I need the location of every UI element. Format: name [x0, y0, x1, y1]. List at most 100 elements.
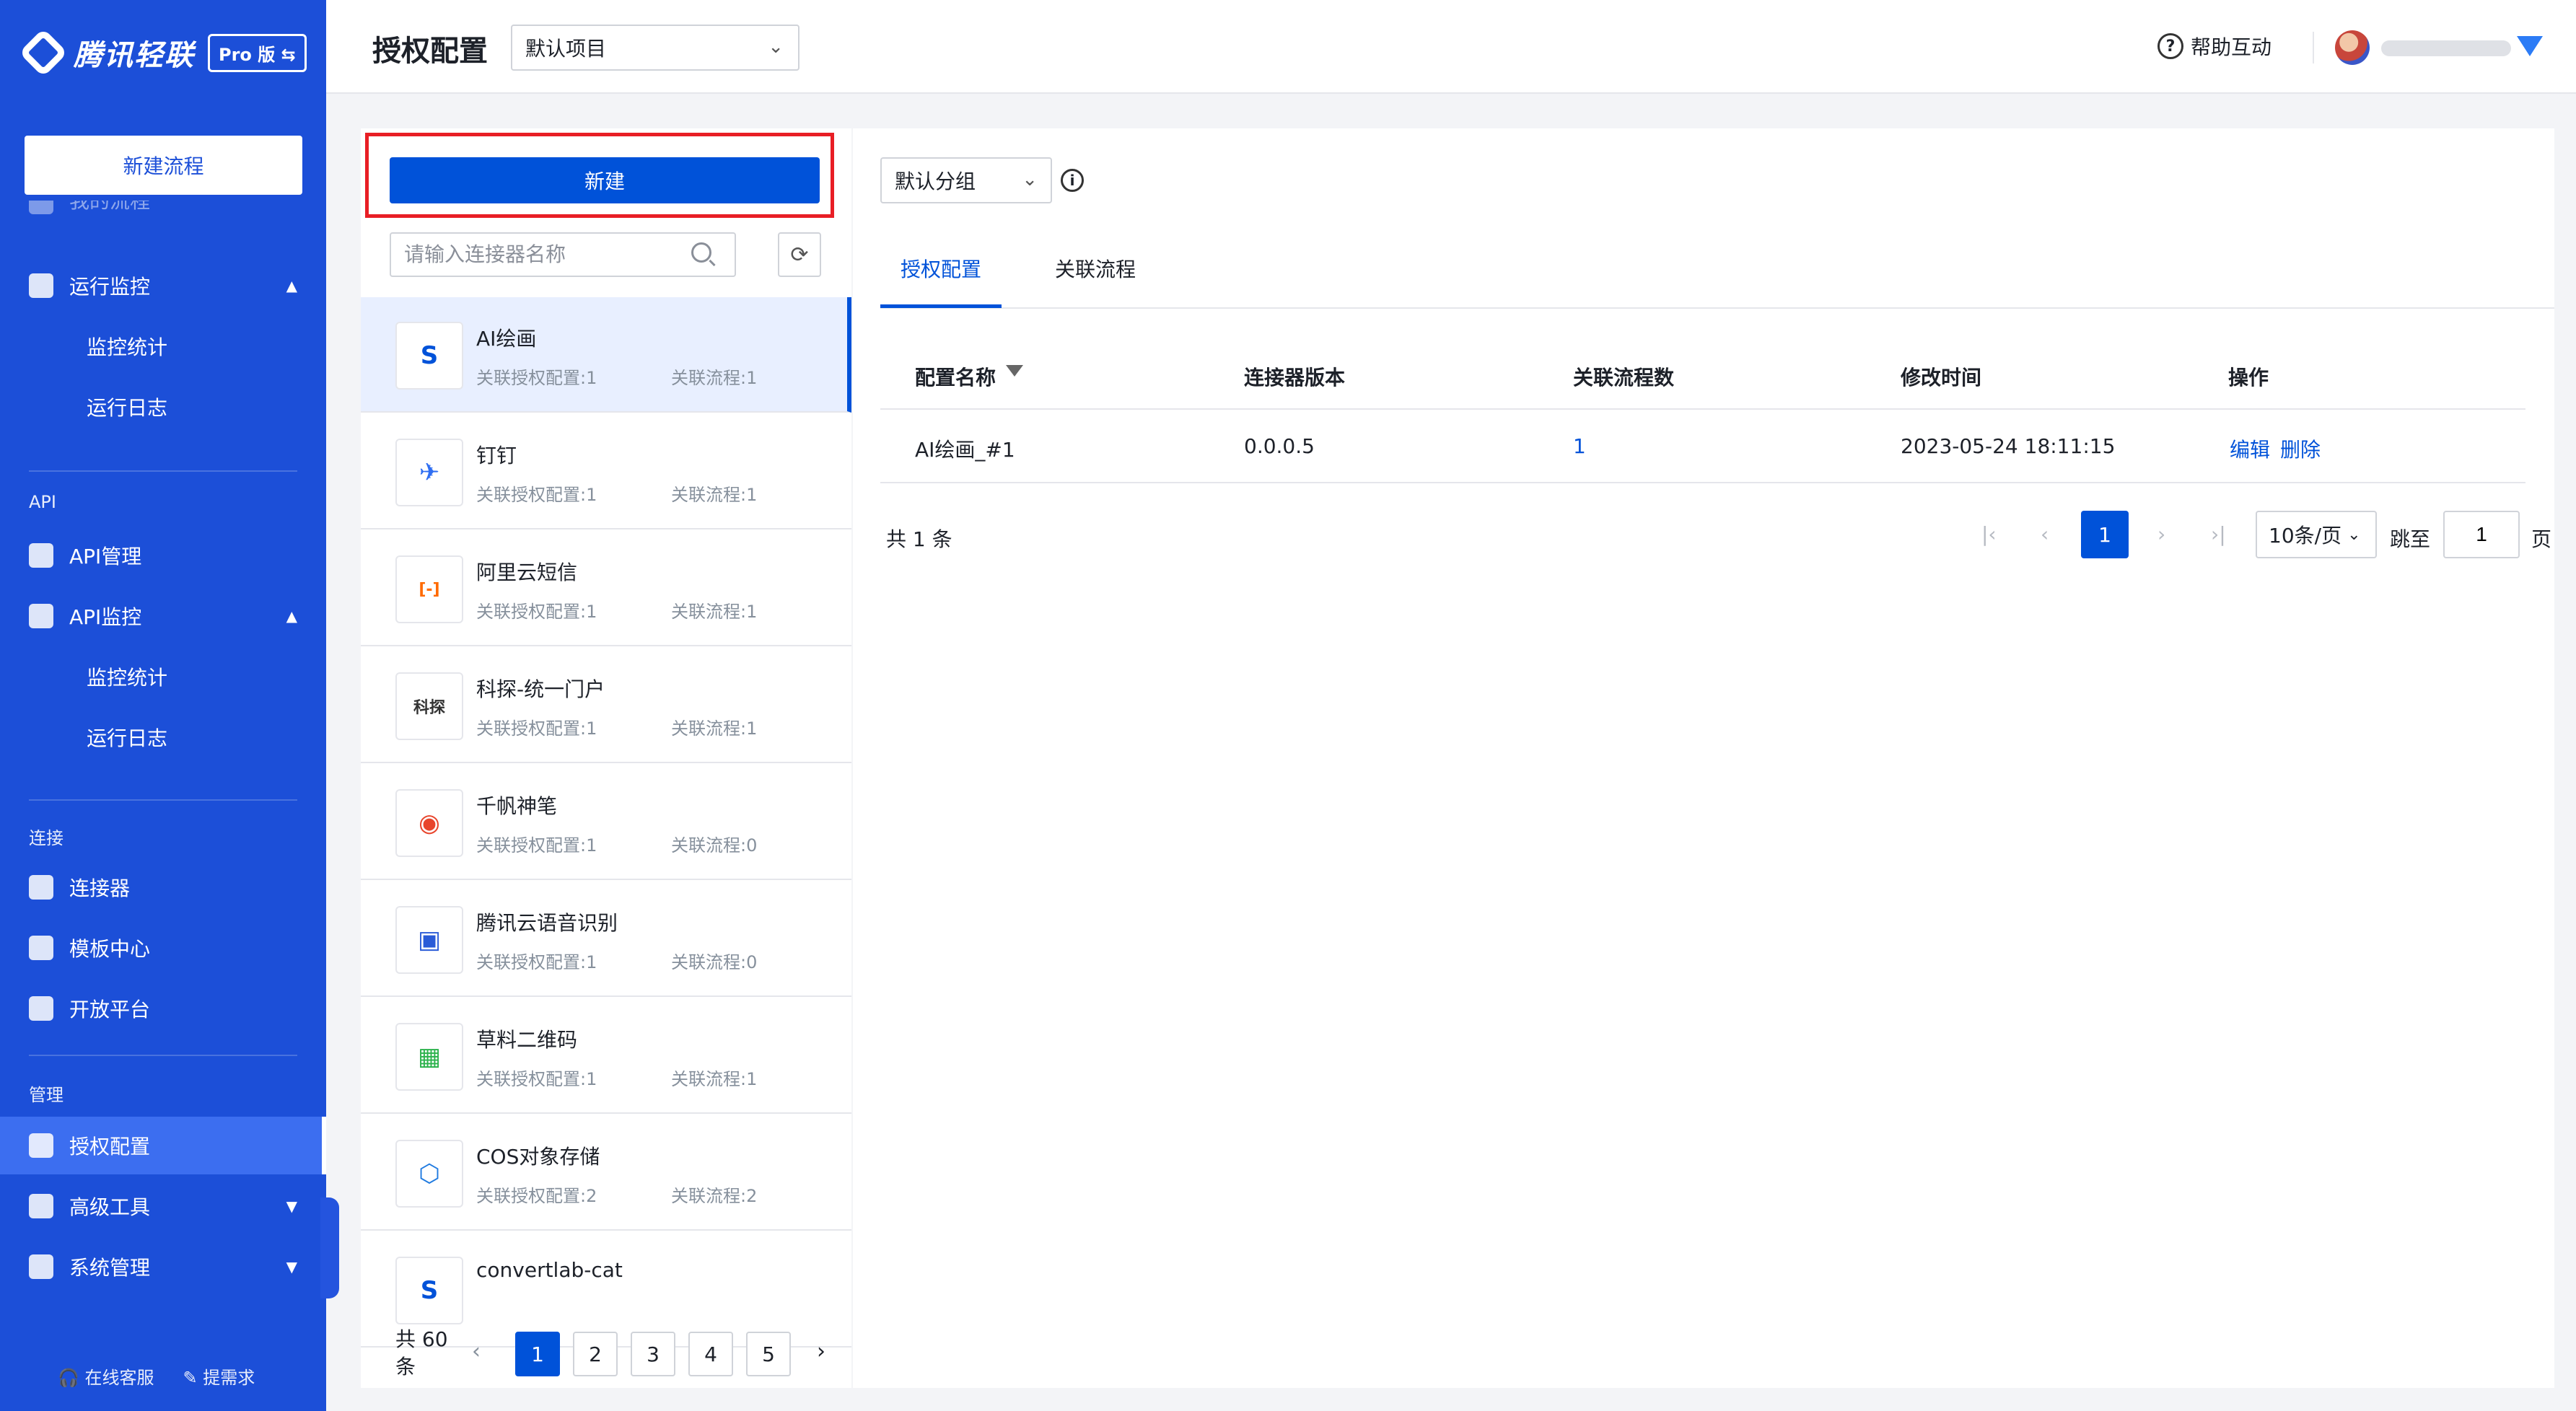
group-manage-label: 管理 — [29, 1085, 63, 1105]
list-page-5[interactable]: 5 — [746, 1332, 791, 1376]
connector-item[interactable]: ◉ 千帆神笔 关联授权配置:1 关联流程:0 — [361, 765, 851, 880]
connector-flow-count: 关联流程:1 — [671, 718, 758, 739]
nav-api-monitor[interactable]: API监控 ▲ — [0, 587, 326, 645]
next-page-icon[interactable]: › — [2157, 522, 2165, 546]
search-icon[interactable] — [691, 242, 711, 263]
connector-item[interactable]: 科探 科探-统一门户 关联授权配置:1 关联流程:1 — [361, 648, 851, 763]
connector-name: 草料二维码 — [476, 1028, 578, 1052]
connector-logo-icon: ◉ — [395, 789, 463, 857]
connector-icon — [29, 875, 53, 900]
list-page-1[interactable]: 1 — [515, 1332, 560, 1376]
template-icon — [29, 936, 53, 960]
sidebar-collapse-handle[interactable] — [320, 1197, 339, 1298]
prev-page-icon[interactable]: ‹ — [2041, 522, 2049, 546]
connector-logo-icon: S — [395, 322, 463, 390]
cell-modified-time: 2023-05-24 18:11:15 — [1901, 434, 2116, 458]
group-connect-label: 连接 — [29, 828, 63, 848]
cell-flow-count-link[interactable]: 1 — [1573, 434, 1586, 458]
connector-item[interactable]: S AI绘画 关联授权配置:1 关联流程:1 — [361, 297, 851, 413]
connector-auth-count: 关联授权配置:1 — [476, 485, 597, 505]
connector-item[interactable]: ⬡ COS对象存储 关联授权配置:2 关联流程:2 — [361, 1115, 851, 1231]
page-size-select[interactable]: 10条/页 ⌄ — [2256, 511, 2377, 558]
logo-icon — [19, 28, 68, 77]
connector-name: 科探-统一门户 — [476, 677, 605, 701]
connector-flow-count: 关联流程:0 — [671, 952, 758, 972]
col-modified-time: 修改时间 — [1901, 366, 1982, 390]
connector-item[interactable]: ▦ 草料二维码 关联授权配置:1 关联流程:1 — [361, 998, 851, 1114]
nav-connectors[interactable]: 连接器 — [0, 858, 326, 916]
cell-version: 0.0.0.5 — [1244, 434, 1315, 458]
col-flow-count: 关联流程数 — [1573, 366, 1675, 390]
connector-auth-count: 关联授权配置:1 — [476, 602, 597, 622]
nav-open-platform[interactable]: 开放平台 — [0, 980, 326, 1037]
new-flow-button[interactable]: 新建流程 — [25, 136, 302, 195]
cell-config-name: AI绘画_#1 — [915, 438, 1015, 462]
nav-api-manage[interactable]: API管理 — [0, 527, 326, 584]
chevron-down-icon: ⌄ — [2347, 525, 2361, 544]
question-icon: ? — [2157, 33, 2183, 59]
nav-api-log[interactable]: 运行日志 — [87, 708, 167, 766]
gear-icon — [29, 1254, 53, 1279]
nav-my-flows[interactable]: 我的流程 — [0, 201, 326, 225]
connector-item[interactable]: ▣ 腾讯云语音识别 关联授权配置:1 关联流程:0 — [361, 882, 851, 997]
connector-name: 腾讯云语音识别 — [476, 911, 618, 935]
connector-auth-count: 关联授权配置:2 — [476, 1186, 597, 1206]
support-link[interactable]: 🎧 在线客服 — [58, 1363, 154, 1389]
col-connector-version: 连接器版本 — [1244, 366, 1346, 390]
connector-name: convertlab-cat — [476, 1258, 623, 1282]
edit-link[interactable]: 编辑 — [2230, 434, 2270, 463]
last-page-icon[interactable]: ›| — [2211, 522, 2226, 546]
group-select[interactable]: 默认分组 ⌄ — [880, 157, 1052, 203]
sidebar: 腾讯轻联 Pro 版 ⇆ 新建流程 我的流程 运行监控 ▲ 监控统计 运行日志 … — [0, 0, 326, 1411]
connector-auth-count: 关联授权配置:1 — [476, 835, 597, 856]
username-blurred[interactable] — [2381, 40, 2511, 56]
tab-related-flows[interactable]: 关联流程 — [1055, 254, 1136, 283]
prev-page-icon[interactable]: ‹ — [472, 1339, 481, 1364]
active-tab-indicator — [880, 304, 1002, 308]
nav-system-manage[interactable]: 系统管理 ▼ — [0, 1238, 326, 1296]
connector-logo-icon: ⬡ — [395, 1140, 463, 1208]
next-page-icon[interactable]: › — [817, 1339, 825, 1364]
connector-item[interactable]: ✈ 钉钉 关联授权配置:1 关联流程:1 — [361, 414, 851, 529]
info-icon[interactable]: i — [1061, 169, 1084, 192]
jump-label: 跳至 — [2390, 527, 2431, 551]
first-page-icon[interactable]: |‹ — [1981, 522, 1997, 546]
connector-flow-count: 关联流程:2 — [671, 1186, 758, 1206]
user-key-icon — [29, 1133, 53, 1158]
header-divider — [2313, 32, 2314, 63]
connector-logo-icon: ✈ — [395, 439, 463, 506]
project-select[interactable]: 默认项目 ⌄ — [511, 25, 799, 71]
connector-item[interactable]: [-] 阿里云短信 关联授权配置:1 关联流程:1 — [361, 531, 851, 646]
list-page-4[interactable]: 4 — [688, 1332, 733, 1376]
tab-auth-config[interactable]: 授权配置 — [901, 254, 981, 283]
nav-run-stats[interactable]: 监控统计 — [87, 317, 167, 375]
list-page-2[interactable]: 2 — [573, 1332, 618, 1376]
table-header-rule — [880, 408, 2525, 410]
table-page-1[interactable]: 1 — [2081, 511, 2129, 558]
connector-logo-icon: ▦ — [395, 1023, 463, 1091]
list-page-3[interactable]: 3 — [631, 1332, 675, 1376]
connector-name: 阿里云短信 — [476, 561, 578, 584]
col-actions: 操作 — [2228, 366, 2269, 390]
jump-page-input[interactable] — [2443, 511, 2520, 558]
edition-switch[interactable]: Pro 版 ⇆ — [208, 33, 307, 72]
help-button[interactable]: ? 帮助互动 — [2157, 32, 2271, 61]
nav-auth-config[interactable]: 授权配置 — [0, 1117, 326, 1174]
nav-run-log[interactable]: 运行日志 — [87, 378, 167, 436]
nav-advanced-tools[interactable]: 高级工具 ▼ — [0, 1177, 326, 1235]
feedback-link[interactable]: ✎ 提需求 — [183, 1363, 255, 1389]
nav-run-monitor[interactable]: 运行监控 ▲ — [0, 257, 326, 315]
filter-icon[interactable] — [1006, 365, 1023, 377]
nav-api-stats[interactable]: 监控统计 — [87, 648, 167, 706]
brand-logo[interactable]: 腾讯轻联 Pro 版 ⇆ — [19, 27, 307, 78]
delete-link[interactable]: 删除 — [2280, 434, 2321, 463]
avatar[interactable] — [2335, 30, 2370, 65]
create-button[interactable]: 新建 — [390, 157, 820, 203]
chevron-down-icon: ⌄ — [768, 36, 784, 58]
api-icon — [29, 543, 53, 568]
connector-flow-count: 关联流程:0 — [671, 835, 758, 856]
connector-search-input[interactable] — [390, 232, 736, 277]
connector-auth-count: 关联授权配置:1 — [476, 368, 597, 388]
nav-templates[interactable]: 模板中心 — [0, 919, 326, 977]
refresh-button[interactable]: ⟳ — [778, 232, 821, 277]
